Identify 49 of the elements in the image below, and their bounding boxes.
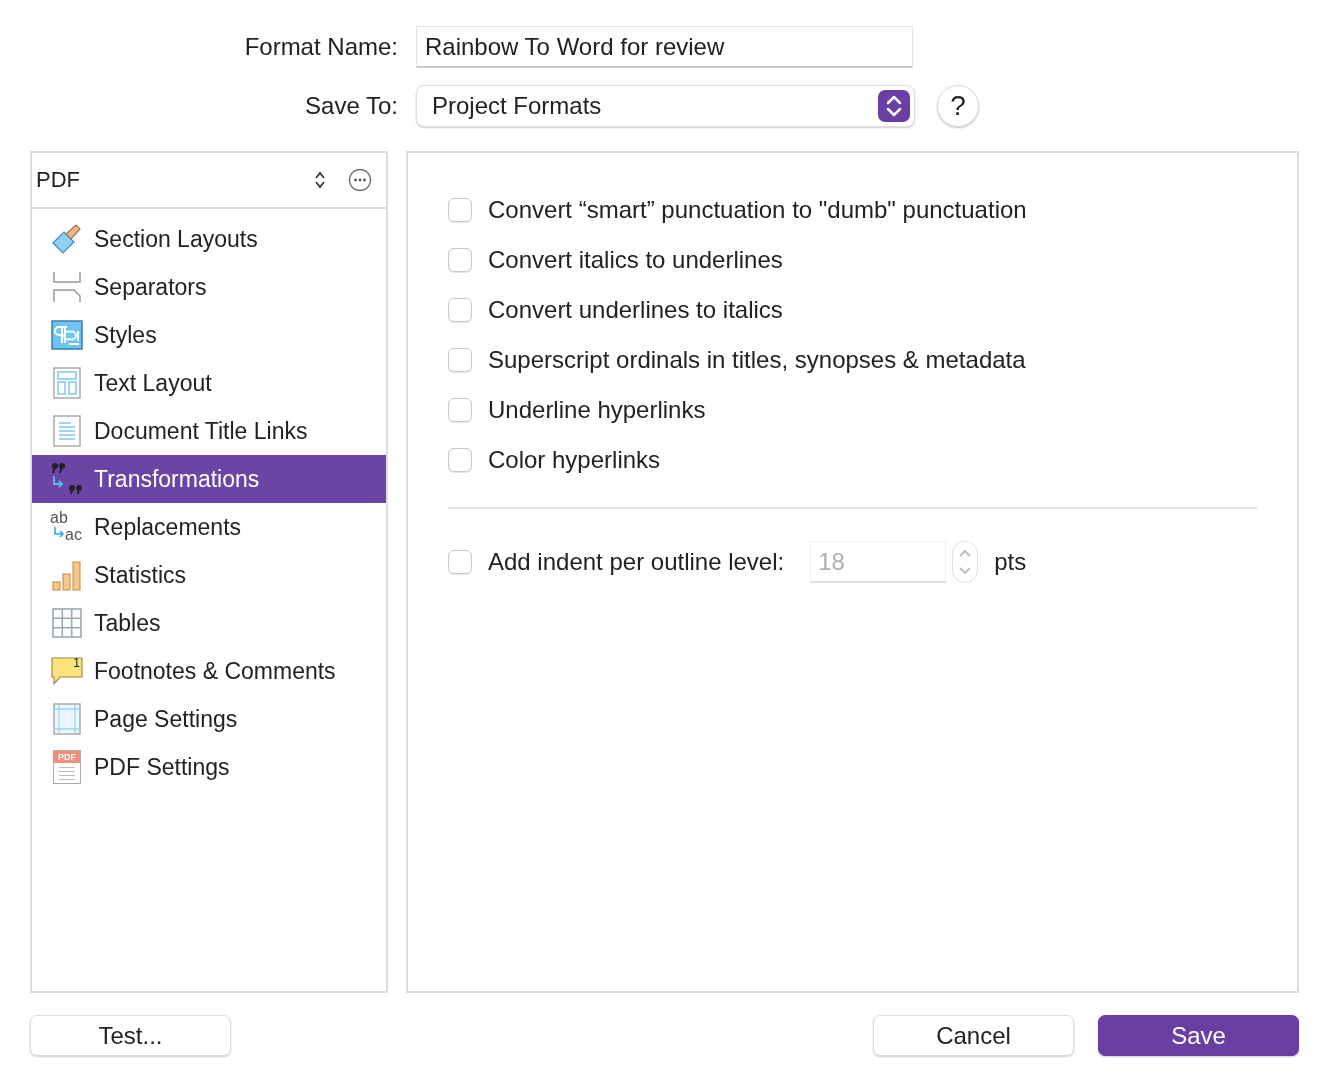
option-label: Color hyperlinks [488, 446, 661, 474]
sidebar-item[interactable]: Document Title Links [32, 407, 386, 455]
sidebar-item[interactable]: PDF PDF Settings [32, 743, 386, 791]
help-button[interactable]: ? [937, 85, 979, 127]
sidebar-item[interactable]: Text Layout [32, 359, 386, 407]
option-label: Convert “smart” punctuation to "dumb" punctuation [488, 196, 1027, 224]
more-options-icon[interactable] [348, 168, 372, 192]
sidebar-item[interactable]: 1 Footnotes & Comments [32, 647, 386, 695]
dropdown-arrows-icon [878, 90, 910, 122]
sidebar-item[interactable]: Styles [32, 311, 386, 359]
sidebar-item[interactable]: Tables [32, 599, 386, 647]
sidebar-item[interactable]: Page Settings [32, 695, 386, 743]
format-name-field[interactable]: Rainbow To Word for review [416, 26, 913, 68]
sidebar-item[interactable]: Transformations [32, 455, 386, 503]
paragraph-style-icon [50, 318, 84, 352]
checkbox[interactable] [448, 348, 472, 372]
text-layout-icon [50, 366, 84, 400]
sidebar-item[interactable]: Section Layouts [32, 215, 386, 263]
quotes-transform-icon [50, 462, 84, 496]
save-to-dropdown[interactable]: Project Formats [416, 85, 915, 127]
format-name-label: Format Name: [243, 33, 398, 61]
checkbox[interactable] [448, 198, 472, 222]
checkbox[interactable] [448, 398, 472, 422]
sidebar-item[interactable]: Statistics [32, 551, 386, 599]
sidebar-item[interactable]: ab ac Replacements [32, 503, 386, 551]
unit-label: pts [994, 548, 1027, 576]
checkbox[interactable] [448, 248, 472, 272]
sidebar-item[interactable]: Separators [32, 263, 386, 311]
save-button[interactable]: Save [1098, 1015, 1299, 1056]
table-icon [50, 606, 84, 640]
stepper-icon[interactable] [952, 541, 979, 583]
separators-icon [50, 270, 84, 304]
up-down-arrows-icon[interactable] [314, 171, 326, 189]
save-to-label: Save To: [304, 92, 398, 120]
checkbox[interactable] [448, 448, 472, 472]
test-button[interactable]: Test... [30, 1015, 231, 1056]
option-label: Convert italics to underlines [488, 246, 783, 274]
page-settings-icon [50, 702, 84, 736]
pdf-document-icon: PDF [53, 750, 81, 784]
option-label: Superscript ordinals in titles, synopses & metadata [488, 346, 1026, 374]
checkbox[interactable] [448, 298, 472, 322]
option-label: Convert underlines to italics [488, 296, 783, 324]
option-label: Underline hyperlinks [488, 396, 706, 424]
cancel-button[interactable]: Cancel [873, 1015, 1074, 1056]
option-label: Add indent per outline level: [488, 548, 785, 576]
document-icon [50, 414, 84, 448]
bar-chart-icon [50, 558, 84, 592]
comment-bubble-icon: 1 [50, 654, 84, 688]
format-selector[interactable]: PDF [36, 167, 314, 193]
